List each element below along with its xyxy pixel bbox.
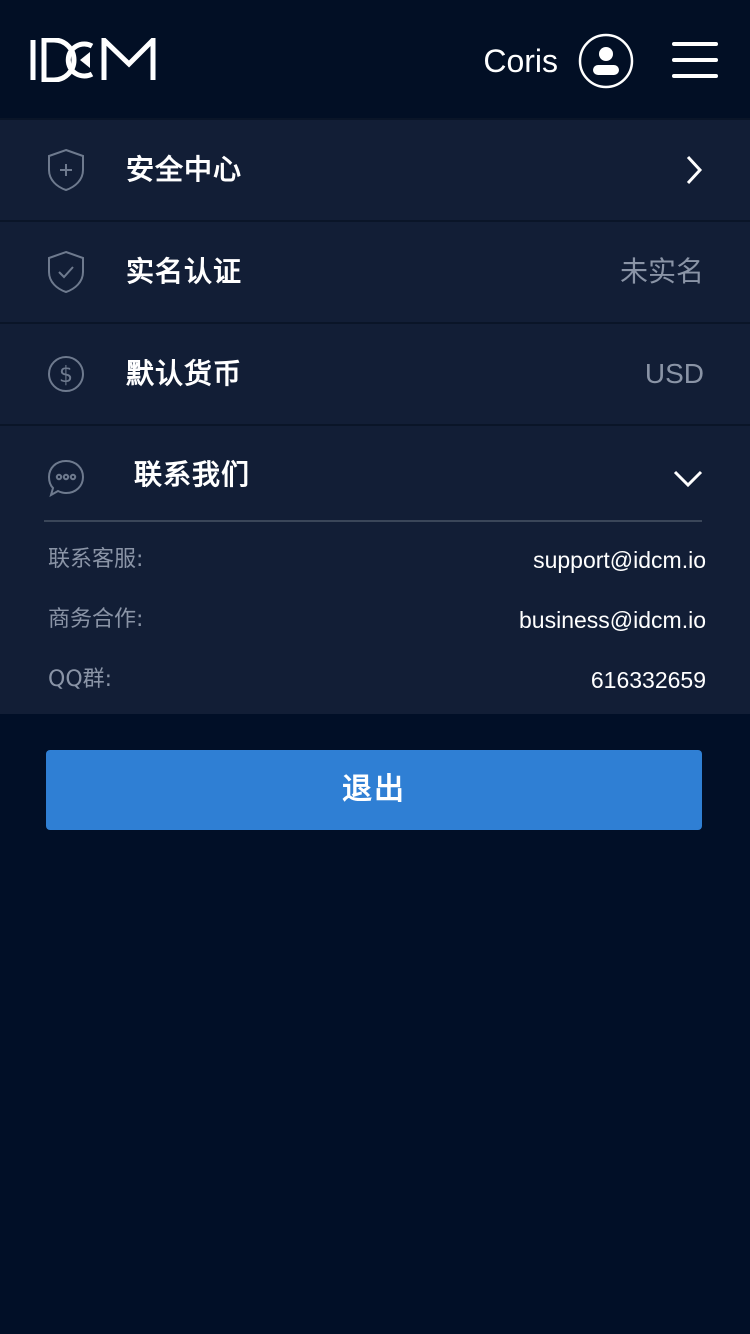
shield-plus-icon (48, 148, 84, 192)
security-center-label: 安全中心 (126, 153, 243, 186)
contact-item-value[interactable]: support@idcm.io (533, 540, 706, 580)
currency-label: 默认货币 (126, 357, 243, 390)
idcm-logo[interactable] (30, 38, 156, 82)
contact-item-qq-group: QQ群: 616332659 (48, 660, 706, 700)
contact-item-value[interactable]: business@idcm.io (519, 600, 706, 640)
chat-bubble-icon (47, 459, 85, 498)
contact-item-support: 联系客服: support@idcm.io (48, 540, 706, 580)
user-avatar-icon[interactable] (578, 33, 634, 89)
security-center-row[interactable]: 安全中心 (0, 118, 750, 220)
chevron-down-icon[interactable] (672, 466, 704, 490)
currency-value: USD (644, 358, 704, 389)
svg-text:$: $ (59, 363, 73, 388)
default-currency-row[interactable]: $ 默认货币 USD (0, 322, 750, 424)
contact-item-business: 商务合作: business@idcm.io (48, 600, 706, 640)
verification-label: 实名认证 (126, 255, 243, 288)
username[interactable]: Coris (483, 39, 558, 83)
divider (44, 520, 702, 522)
real-name-verification-row[interactable]: 实名认证 未实名 (0, 220, 750, 322)
contact-us-section: 联系我们 联系客服: support@idcm.io 商务合作: busines… (0, 424, 750, 714)
settings-list: 安全中心 实名认证 未实名 $ 默认货币 USD 联系我们 联系客服: supp… (0, 118, 750, 714)
contact-item-key: QQ群: (48, 667, 113, 692)
shield-check-icon (48, 250, 84, 294)
chevron-right-icon (686, 155, 703, 185)
contact-item-value[interactable]: 616332659 (591, 660, 706, 700)
verification-status: 未实名 (619, 255, 704, 288)
hamburger-menu-icon[interactable] (670, 40, 720, 80)
dollar-circle-icon: $ (48, 356, 84, 392)
contact-us-label[interactable]: 联系我们 (134, 426, 250, 524)
profile-page: Coris 安全中心 实名认证 未实名 $ 默认货币 USD 联系我们 联系客服… (0, 0, 750, 1334)
contact-item-key: 联系客服: (48, 547, 144, 572)
top-bar: Coris (0, 0, 750, 118)
logout-button[interactable]: 退出 (46, 750, 702, 830)
contact-item-key: 商务合作: (48, 607, 144, 632)
